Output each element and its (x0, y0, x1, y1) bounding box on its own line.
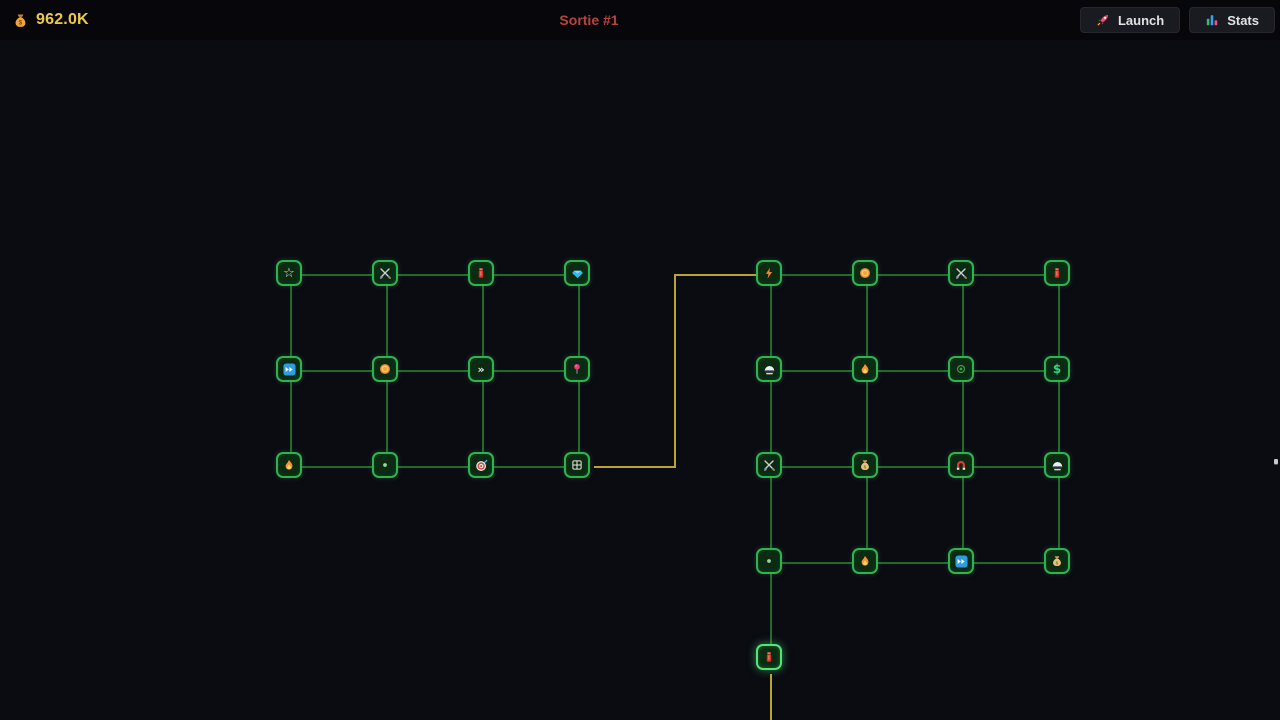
map-node-R3[interactable] (948, 260, 974, 286)
map-node-R17[interactable] (756, 644, 782, 670)
money-bag-icon: $ (859, 459, 871, 471)
map-node-L4[interactable] (564, 260, 590, 286)
launch-button-label: Launch (1118, 13, 1164, 28)
dot-icon (763, 555, 775, 567)
bar-chart-icon (1205, 13, 1219, 27)
fire-extinguisher-icon (475, 267, 487, 279)
map-edges (0, 40, 1280, 720)
stats-button[interactable]: Stats (1189, 7, 1275, 33)
map-node-R14[interactable] (852, 548, 878, 574)
crossed-swords-icon (379, 267, 392, 280)
flame-icon (283, 459, 295, 471)
map-node-L11[interactable] (468, 452, 494, 478)
node-map: ☆ » $ $ $ (0, 40, 1280, 720)
flame-icon (859, 363, 871, 375)
map-node-R6[interactable] (852, 356, 878, 382)
map-node-R4[interactable] (1044, 260, 1070, 286)
map-node-R8[interactable]: $ (1044, 356, 1070, 382)
fast-forward-icon (283, 363, 296, 376)
map-node-R16[interactable]: $ (1044, 548, 1070, 574)
grid-icon (571, 459, 583, 471)
topbar-buttons: Launch Stats (1080, 7, 1275, 33)
fast-forward-icon (955, 555, 968, 568)
dartboard-icon (475, 459, 488, 472)
map-node-L12[interactable] (564, 452, 590, 478)
map-node-L10[interactable] (372, 452, 398, 478)
launch-button[interactable]: Launch (1080, 7, 1180, 33)
map-node-L1[interactable]: ☆ (276, 260, 302, 286)
svg-text:$: $ (19, 19, 23, 26)
stats-button-label: Stats (1227, 13, 1259, 28)
map-node-R5[interactable] (756, 356, 782, 382)
money-bag-icon: $ (13, 13, 28, 28)
currency-value: 962.0K (36, 11, 89, 29)
top-bar: $ 962.0K Sortie #1 Launch (0, 0, 1280, 40)
coin-icon (859, 267, 871, 279)
fire-extinguisher-icon (1051, 267, 1063, 279)
gem-icon (571, 267, 584, 280)
svg-text:$: $ (1056, 560, 1059, 566)
dollar-icon: $ (1053, 363, 1061, 375)
coin-icon (379, 363, 391, 375)
helmet-icon (763, 363, 776, 376)
money-bag-icon: $ (1051, 555, 1063, 567)
map-node-L3[interactable] (468, 260, 494, 286)
rocket-icon (1096, 13, 1110, 27)
disc-icon (955, 363, 967, 375)
map-node-L2[interactable] (372, 260, 398, 286)
svg-text:$: $ (864, 464, 867, 470)
map-node-R1[interactable] (756, 260, 782, 286)
map-node-R13[interactable] (756, 548, 782, 574)
crossed-swords-icon (763, 459, 776, 472)
chevrons-icon: » (477, 364, 484, 375)
crossed-swords-icon (955, 267, 968, 280)
map-node-L8[interactable] (564, 356, 590, 382)
pushpin-icon (571, 363, 583, 375)
dot-icon (379, 459, 391, 471)
map-node-R15[interactable] (948, 548, 974, 574)
map-node-L9[interactable] (276, 452, 302, 478)
map-node-R7[interactable] (948, 356, 974, 382)
flame-icon (859, 555, 871, 567)
helmet-icon (1051, 459, 1064, 472)
map-node-L6[interactable] (372, 356, 398, 382)
map-node-L7[interactable]: » (468, 356, 494, 382)
star-icon: ☆ (283, 267, 295, 280)
map-node-R12[interactable] (1044, 452, 1070, 478)
cursor-dot (1274, 459, 1278, 464)
sortie-title: Sortie #1 (559, 12, 618, 28)
magnet-icon (955, 459, 967, 471)
map-node-L5[interactable] (276, 356, 302, 382)
map-node-R9[interactable] (756, 452, 782, 478)
currency-display: $ 962.0K (13, 11, 89, 29)
map-node-R10[interactable]: $ (852, 452, 878, 478)
lightning-icon (763, 267, 775, 279)
fire-extinguisher-icon (763, 651, 775, 663)
map-node-R11[interactable] (948, 452, 974, 478)
map-node-R2[interactable] (852, 260, 878, 286)
